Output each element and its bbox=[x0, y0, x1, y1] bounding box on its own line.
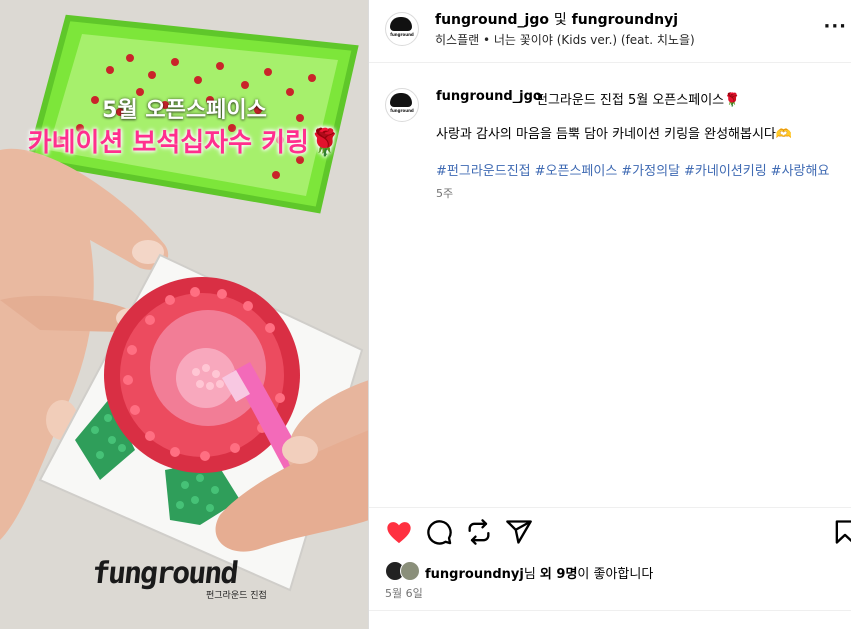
post-media[interactable]: 5월 오픈스페이스 카네이션 보석십자수 키링🌹 funground 펀그라운드… bbox=[0, 0, 369, 629]
overlay-subtitle: 카네이션 보석십자수 키링🌹 bbox=[27, 128, 342, 158]
avatar-logo-shape bbox=[390, 17, 412, 31]
post-date[interactable]: 5월 6일 bbox=[385, 585, 423, 601]
hashtag-link[interactable]: #가정의달 bbox=[621, 164, 680, 179]
post-sidebar: funground funground_jgo 및 fungroundnyj 히… bbox=[369, 0, 851, 629]
collab-authors: funground_jgo 및 fungroundnyj bbox=[435, 9, 678, 29]
brand-logo: funground bbox=[90, 556, 239, 591]
caption-hashtags: #펀그라운드진접 #오픈스페이스 #가정의달 #카네이션키링 #사랑해요 bbox=[436, 160, 833, 179]
liker-username[interactable]: fungroundnyj bbox=[425, 567, 524, 582]
bookmark-icon[interactable] bbox=[831, 518, 851, 546]
avatar-logo-text: funground bbox=[390, 32, 414, 37]
caption-body: 사랑과 감사의 마음을 듬뿍 담아 카네이션 키링을 완성해봅시다🫶 bbox=[436, 127, 793, 142]
avatar-logo-shape bbox=[390, 93, 412, 107]
actions-divider bbox=[369, 507, 851, 508]
hashtag-link[interactable]: #오픈스페이스 bbox=[535, 164, 618, 179]
send-icon[interactable] bbox=[505, 518, 533, 546]
liker-avatar[interactable] bbox=[400, 561, 420, 581]
overlay-title: 5월 오픈스페이스 bbox=[102, 98, 267, 123]
likes-suffix: 님 bbox=[523, 567, 540, 582]
heart-filled-icon[interactable] bbox=[385, 518, 413, 546]
caption-username[interactable]: funground_jgo bbox=[436, 89, 542, 104]
likes-suffix: 이 좋아합니다 bbox=[577, 567, 654, 582]
music-info[interactable]: 히스플랜 • 너는 꽃이야 (Kids ver.) (feat. 치노을) bbox=[435, 31, 695, 48]
repost-icon[interactable] bbox=[465, 518, 493, 546]
author-conjunction: 및 bbox=[553, 12, 567, 28]
author-username-1[interactable]: funground_jgo bbox=[435, 12, 549, 28]
post-header: funground funground_jgo 및 fungroundnyj 히… bbox=[369, 0, 851, 63]
hashtag-link[interactable]: #펀그라운드진접 bbox=[436, 164, 531, 179]
brand-subtitle: 펀그라운드 진접 bbox=[206, 591, 267, 601]
avatar-logo-text: funground bbox=[390, 108, 414, 113]
caption-avatar[interactable]: funground bbox=[385, 88, 419, 122]
caption-title: 펀그라운드 진접 5월 오픈스페이스🌹 bbox=[536, 93, 741, 108]
more-horizontal-icon[interactable]: ··· bbox=[823, 16, 847, 37]
comment-icon[interactable] bbox=[425, 518, 453, 546]
author-username-2[interactable]: fungroundnyj bbox=[572, 12, 678, 28]
comment-divider bbox=[369, 610, 851, 611]
hashtag-link[interactable]: #사랑해요 bbox=[771, 164, 830, 179]
author-avatar[interactable]: funground bbox=[385, 12, 419, 46]
likes-text: fungroundnyj님 외 9명이 좋아합니다 bbox=[425, 563, 653, 582]
hashtag-link[interactable]: #카네이션키링 bbox=[684, 164, 767, 179]
likes-others-link[interactable]: 외 9명 bbox=[540, 567, 578, 582]
action-bar bbox=[369, 518, 851, 548]
caption-time: 5주 bbox=[436, 187, 454, 200]
